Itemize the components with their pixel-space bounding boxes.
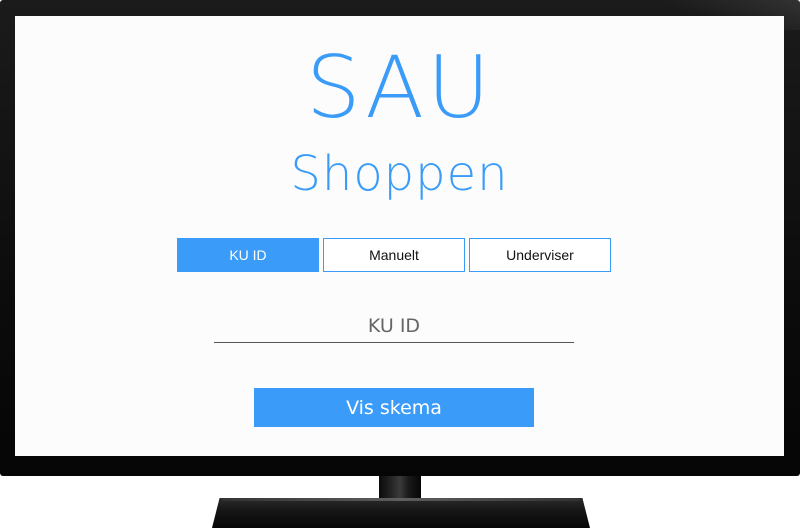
ku-id-field <box>214 312 574 343</box>
tab-manuelt[interactable]: Manuelt <box>323 238 465 272</box>
stand-base-highlight <box>222 498 580 501</box>
ku-id-input[interactable] <box>214 312 574 340</box>
monitor-stand-neck <box>379 476 421 500</box>
lookup-mode-tabs: KU ID Manuelt Underviser <box>177 238 611 272</box>
tab-ku-id[interactable]: KU ID <box>177 238 319 272</box>
screen: SAU Shoppen KU ID Manuelt Underviser Vis… <box>15 16 784 456</box>
tab-underviser[interactable]: Underviser <box>469 238 611 272</box>
brand-title: SAU <box>306 38 493 138</box>
monitor-stand-base <box>212 498 590 528</box>
monitor-frame: SAU Shoppen KU ID Manuelt Underviser Vis… <box>0 0 800 476</box>
brand-subtitle: Shoppen <box>290 146 509 202</box>
show-schedule-button[interactable]: Vis skema <box>254 388 534 427</box>
